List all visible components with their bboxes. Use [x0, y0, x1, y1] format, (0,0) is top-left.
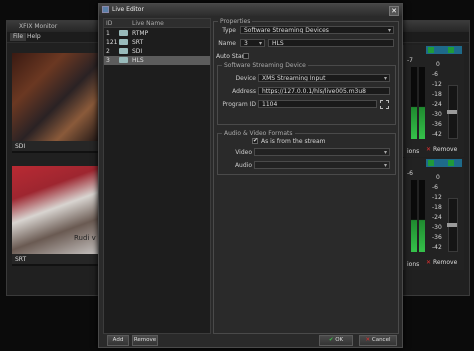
- meter-scale-label: -42: [432, 131, 442, 138]
- properties-group: Properties Type Software Streaming Devic…: [213, 18, 399, 334]
- source-caption: SRT: [12, 254, 100, 264]
- meter-scale-label: 0: [436, 174, 440, 181]
- meter-scale-label: -18: [432, 91, 442, 98]
- source-preview-srt[interactable]: Rudi v SRT: [12, 166, 100, 266]
- audio-level-meter: [419, 67, 425, 139]
- status-indicator: [428, 47, 434, 53]
- auto-start-checkbox[interactable]: [243, 53, 249, 59]
- audio-format-select[interactable]: [254, 161, 390, 169]
- meter-scale-label: -12: [432, 194, 442, 201]
- meter-scale-label: -18: [432, 204, 442, 211]
- name-input[interactable]: HLS: [268, 39, 394, 47]
- audio-level-meter: [419, 180, 425, 252]
- meter-scale-label: -36: [432, 234, 442, 241]
- type-label: Type: [222, 27, 236, 34]
- software-device-group-title: Software Streaming Device: [222, 62, 308, 69]
- av-formats-group-title: Audio & Video Formats: [222, 130, 295, 137]
- remove-button[interactable]: ✕ Remove: [426, 146, 457, 153]
- video-overlay-text: Rudi v: [74, 234, 96, 242]
- options-label: ions: [407, 261, 420, 268]
- device-select[interactable]: XMS Streaming Input: [258, 74, 390, 82]
- live-source-icon: [119, 57, 128, 63]
- av-formats-group: Audio & Video Formats As is from the str…: [217, 130, 396, 175]
- list-item[interactable]: 1 RTMP: [104, 29, 210, 38]
- live-source-icon: [119, 39, 128, 45]
- address-input[interactable]: https://127.0.0.1/hls/live005.m3u8: [258, 87, 390, 95]
- list-header: ID Live Name: [104, 19, 210, 28]
- source-caption: SDI: [12, 141, 100, 151]
- status-indicator: [448, 47, 454, 53]
- meter-scale-label: -12: [432, 81, 442, 88]
- close-icon: ✕: [426, 259, 432, 266]
- address-label: Address: [232, 88, 256, 95]
- meter-scale-top: -7: [407, 57, 413, 64]
- audio-level-meter: [411, 180, 417, 252]
- add-button[interactable]: Add: [107, 335, 129, 346]
- close-icon: ✕: [365, 337, 371, 343]
- cancel-button[interactable]: ✕ Cancel: [359, 335, 397, 346]
- video-format-select[interactable]: [254, 148, 390, 156]
- remove-button[interactable]: Remove: [132, 335, 158, 346]
- check-icon: ✔: [328, 337, 334, 343]
- meter-scale-label: -6: [432, 71, 438, 78]
- meter-panel-2: -6 0 -6 -12 -18 -24 -30 -36 -42 ions ✕ R…: [403, 158, 464, 270]
- dialog-title: Live Editor: [112, 6, 144, 13]
- device-label: Device: [235, 75, 256, 82]
- menu-help[interactable]: Help: [24, 33, 44, 41]
- program-id-label: Program ID: [222, 101, 256, 108]
- background-app-title: XFIX Monitor: [19, 23, 58, 30]
- name-number-select[interactable]: 3: [240, 39, 265, 47]
- slider-knob[interactable]: [447, 110, 457, 114]
- source-preview-sdi[interactable]: SDI: [12, 53, 100, 153]
- status-indicator: [428, 160, 434, 166]
- live-editor-dialog: Live Editor ✕ ID Live Name 1 RTMP 121 SRT …: [98, 3, 403, 348]
- meter-scale-label: -30: [432, 111, 442, 118]
- video-frame: Rudi v: [12, 166, 100, 254]
- live-source-icon: [119, 48, 128, 54]
- close-icon[interactable]: ✕: [389, 6, 399, 16]
- column-header-id: ID: [106, 20, 113, 27]
- name-label: Name: [218, 40, 236, 47]
- video-label: Video: [235, 149, 252, 156]
- meter-scale-label: -30: [432, 224, 442, 231]
- properties-group-title: Properties: [218, 18, 253, 25]
- meter-panel-1: -7 0 -6 -12 -18 -24 -30 -36 -42 ions ✕ R…: [403, 45, 464, 157]
- audio-level-meter: [411, 67, 417, 139]
- ok-button[interactable]: ✔ OK: [319, 335, 353, 346]
- video-frame: [12, 53, 100, 141]
- status-indicator: [448, 160, 454, 166]
- software-device-group: Software Streaming Device Device XMS Str…: [217, 62, 396, 125]
- audio-label: Audio: [234, 162, 252, 169]
- meter-scale-label: 0: [436, 61, 440, 68]
- type-select[interactable]: Software Streaming Devices: [240, 26, 394, 34]
- slider-knob[interactable]: [447, 223, 457, 227]
- close-icon: ✕: [426, 146, 432, 153]
- as-is-from-stream-label: As is from the stream: [261, 138, 326, 145]
- list-item-selected[interactable]: 3 HLS: [104, 56, 210, 65]
- meter-scale-label: -6: [432, 184, 438, 191]
- meter-scale-label: -36: [432, 121, 442, 128]
- as-is-from-stream-checkbox[interactable]: [252, 137, 258, 144]
- list-item[interactable]: 2 SDI: [104, 47, 210, 56]
- volume-slider[interactable]: [447, 85, 458, 139]
- meter-scale-label: -42: [432, 244, 442, 251]
- live-source-icon: [119, 30, 128, 36]
- live-list[interactable]: ID Live Name 1 RTMP 121 SRT 2 SDI 3 HLS: [103, 18, 211, 334]
- volume-slider[interactable]: [447, 198, 458, 252]
- meter-scale-label: -24: [432, 214, 442, 221]
- meter-scale-label: -24: [432, 101, 442, 108]
- program-id-input[interactable]: 1104: [258, 100, 377, 108]
- column-header-live-name: Live Name: [132, 20, 164, 27]
- options-label: ions: [407, 148, 420, 155]
- auto-start-label: Auto Start: [216, 53, 247, 60]
- list-item[interactable]: 121 SRT: [104, 38, 210, 47]
- app-icon: [102, 6, 109, 13]
- meter-scale-top: -6: [407, 170, 413, 177]
- scan-icon[interactable]: [380, 100, 389, 109]
- dialog-title-bar[interactable]: Live Editor ✕: [99, 4, 402, 16]
- remove-button[interactable]: ✕ Remove: [426, 259, 457, 266]
